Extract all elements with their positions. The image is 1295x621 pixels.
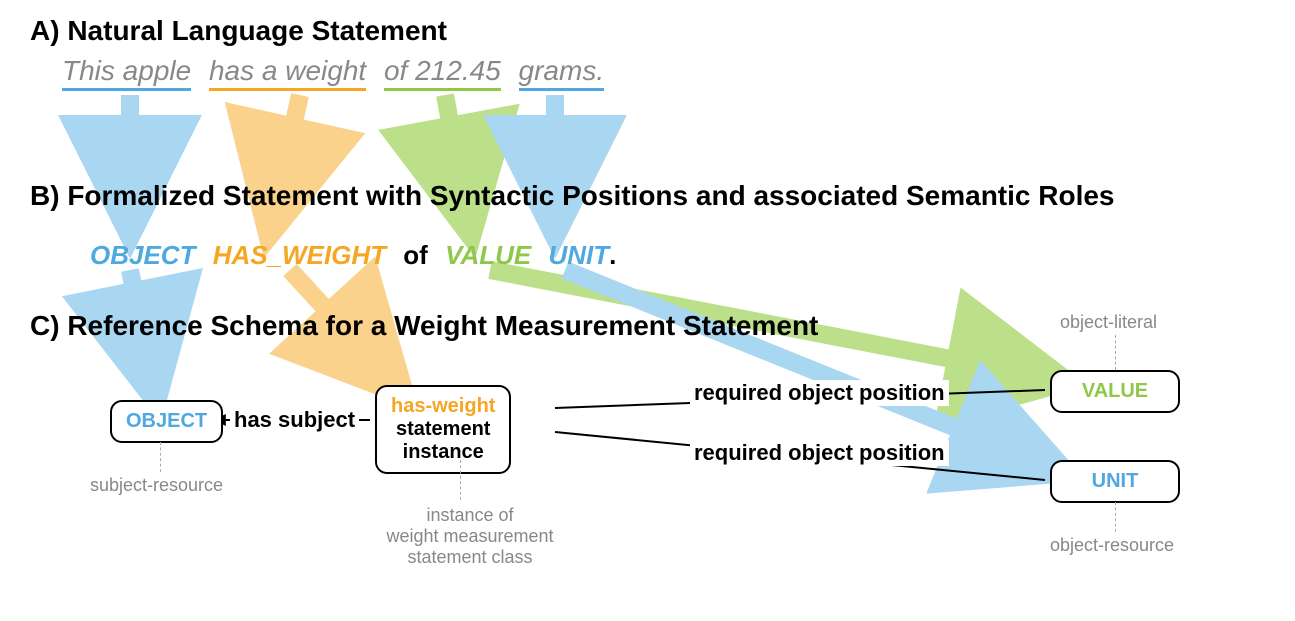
section-b-title: B) Formalized Statement with Syntactic P… (30, 180, 1115, 212)
dash-value (1115, 335, 1116, 370)
section-c-title: C) Reference Schema for a Weight Measure… (30, 310, 818, 342)
token-value: VALUE (445, 240, 531, 270)
note-instance: instance of weight measurement statement… (370, 505, 570, 568)
token-period: . (609, 240, 616, 270)
nl-phrase-predicate: has a weight (209, 55, 366, 91)
box-value-label: VALUE (1082, 380, 1148, 403)
box-unit: UNIT (1050, 460, 1180, 503)
dash-object (160, 442, 161, 472)
token-has-weight: HAS_WEIGHT (213, 240, 386, 270)
edge-has-subject: has subject (230, 407, 359, 433)
token-unit: UNIT (549, 240, 610, 270)
note-object-literal: object-literal (1060, 312, 1157, 333)
token-object: OBJECT (90, 240, 195, 270)
edge-required-1: required object position (690, 380, 949, 406)
nl-statement: This apple has a weight of 212.45 grams. (62, 55, 614, 87)
box-object: OBJECT (110, 400, 223, 443)
note-object-resource: object-resource (1050, 535, 1174, 556)
nl-phrase-object: This apple (62, 55, 191, 91)
note-subject-resource: subject-resource (90, 475, 223, 496)
token-of: of (403, 240, 428, 270)
box-statement-line3: instance (403, 441, 484, 464)
formalized-statement: OBJECT HAS_WEIGHT of VALUE UNIT. (90, 240, 616, 271)
section-a-title: A) Natural Language Statement (30, 15, 447, 47)
box-statement: has-weight statement instance (375, 385, 511, 474)
box-unit-label: UNIT (1092, 470, 1139, 493)
box-statement-line2: statement (396, 418, 490, 441)
dash-unit (1115, 502, 1116, 532)
box-value: VALUE (1050, 370, 1180, 413)
nl-phrase-value: of 212.45 (384, 55, 501, 91)
nl-phrase-unit: grams. (519, 55, 605, 91)
box-object-label: OBJECT (126, 410, 207, 433)
dash-statement (460, 460, 461, 500)
edge-required-2: required object position (690, 440, 949, 466)
box-statement-line1: has-weight (391, 395, 495, 418)
